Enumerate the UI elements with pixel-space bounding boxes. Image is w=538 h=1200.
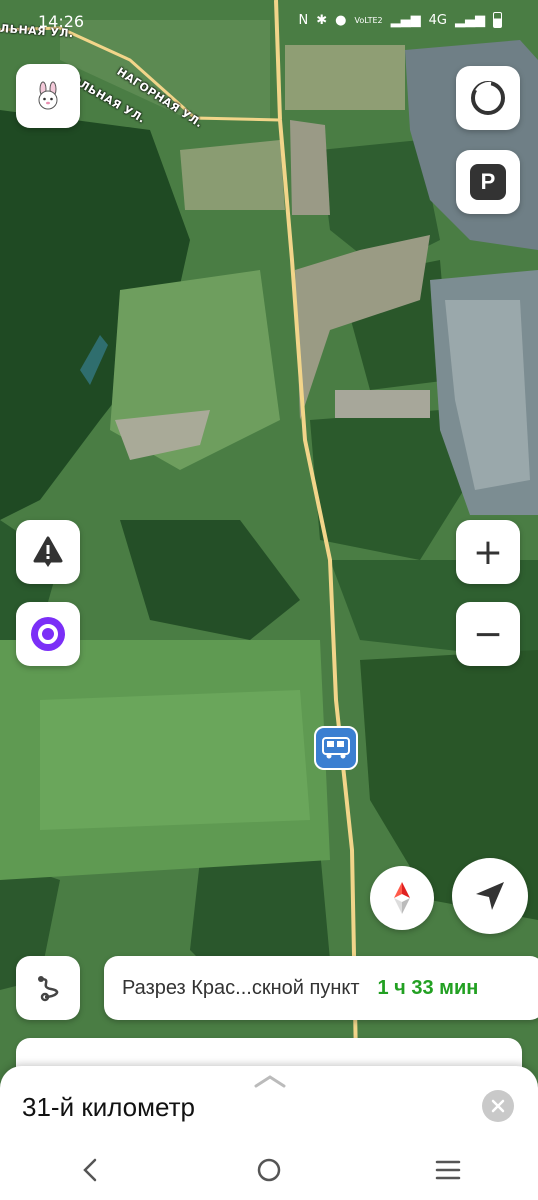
alice-assistant-button[interactable] xyxy=(16,602,80,666)
battery-icon xyxy=(493,12,502,28)
chevron-up-icon[interactable] xyxy=(254,1074,286,1088)
navigation-arrow-icon xyxy=(476,882,504,910)
bus-stop-marker[interactable] xyxy=(314,726,358,770)
alice-icon xyxy=(31,617,65,651)
volte-icon: VoLTE2 xyxy=(354,15,383,25)
4g-icon: 4G xyxy=(428,12,447,28)
warning-icon xyxy=(33,536,63,567)
nfc-icon: N xyxy=(298,12,309,28)
profile-button[interactable] xyxy=(16,64,80,128)
zoom-out-button[interactable]: − xyxy=(456,602,520,666)
report-button[interactable] xyxy=(16,520,80,584)
place-title: 31-й километр xyxy=(22,1092,195,1122)
status-bar: 14:26 N ✱ ● VoLTE2 ▂▄▆ 4G ▂▄▆ xyxy=(0,0,538,44)
home-button[interactable] xyxy=(239,1150,299,1190)
menu-icon xyxy=(436,1160,461,1180)
compass-button[interactable] xyxy=(370,866,434,930)
my-location-button[interactable] xyxy=(452,858,528,934)
bus-icon xyxy=(322,737,350,759)
back-chevron-icon xyxy=(82,1158,96,1182)
route-destination: Разрез Крас...скной пункт xyxy=(122,976,360,999)
route-icon xyxy=(38,976,59,1002)
close-icon xyxy=(491,1099,505,1113)
parking-icon: P xyxy=(470,164,506,200)
circle-icon xyxy=(471,81,505,115)
location-icon: ● xyxy=(335,12,347,28)
home-circle-icon xyxy=(257,1158,281,1182)
status-icons: N ✱ ● VoLTE2 ▂▄▆ 4G ▂▄▆ xyxy=(299,12,502,28)
layers-button[interactable] xyxy=(456,66,520,130)
close-button[interactable] xyxy=(482,1090,514,1122)
route-eta: 1 ч 33 мин xyxy=(377,976,479,999)
route-options-button[interactable] xyxy=(16,956,80,1020)
system-nav-bar xyxy=(0,1140,538,1200)
compass-icon xyxy=(394,882,410,914)
signal-icon: ▂▄▆ xyxy=(390,12,421,28)
parking-button[interactable]: P xyxy=(456,150,520,214)
back-button[interactable] xyxy=(60,1150,120,1190)
route-summary-chip[interactable]: Разрез Крас...скной пункт 1 ч 33 мин xyxy=(104,956,538,1020)
recents-button[interactable] xyxy=(418,1150,478,1190)
signal-icon: ▂▄▆ xyxy=(455,12,485,28)
status-time: 14:26 xyxy=(38,12,85,31)
bluetooth-icon: ✱ xyxy=(316,12,328,28)
zoom-in-button[interactable]: + xyxy=(456,520,520,584)
bunny-icon xyxy=(38,81,58,110)
